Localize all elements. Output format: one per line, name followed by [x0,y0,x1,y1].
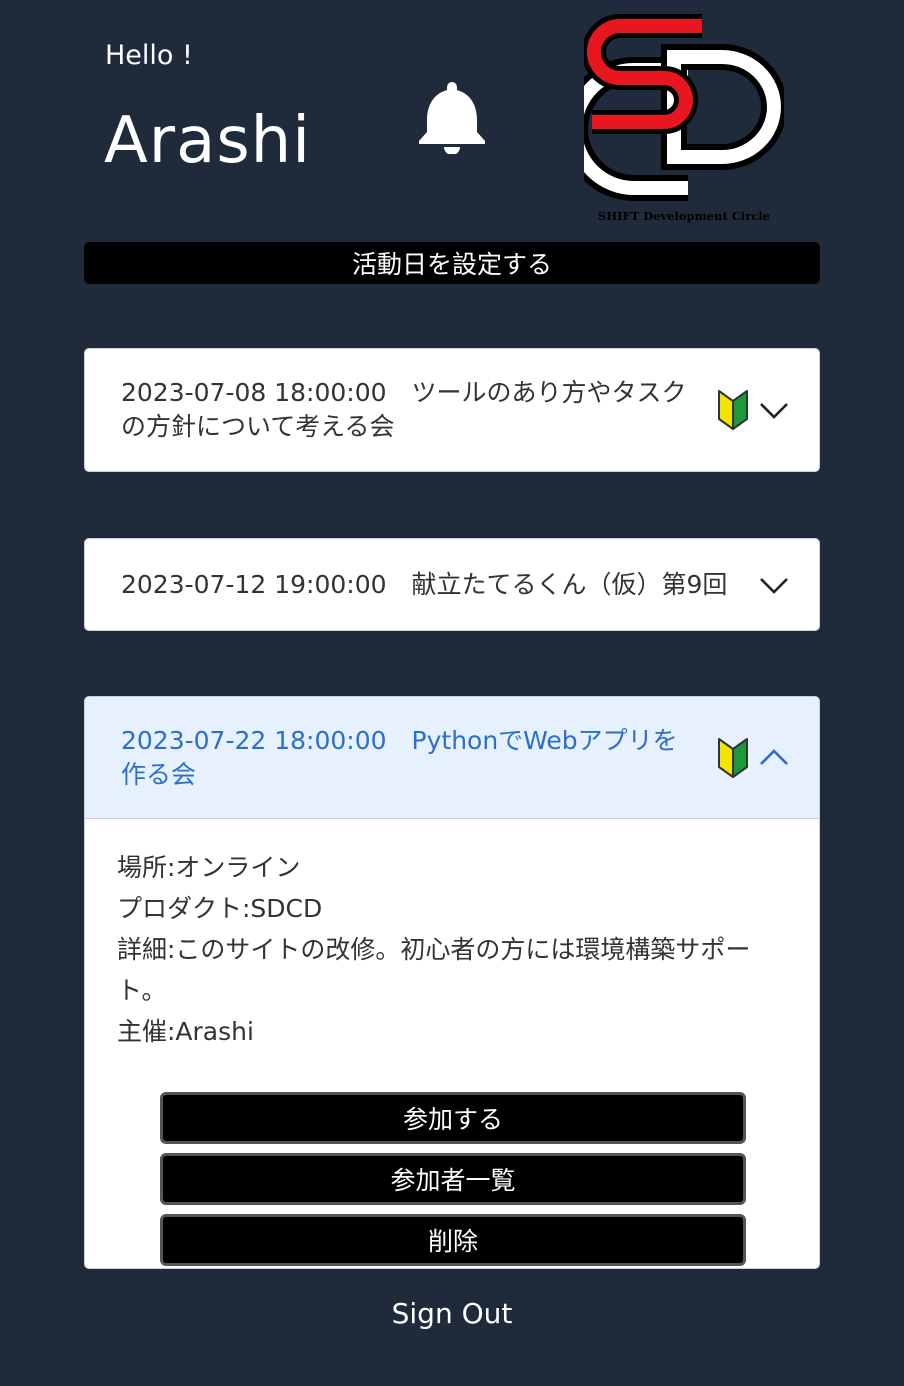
chevron-down-icon[interactable] [759,400,789,420]
greeting-text: Hello ! [105,40,193,71]
beginner-mark-icon [718,737,748,778]
event-location: 場所:オンライン [117,853,301,882]
event-description: 詳細:このサイトの改修。初心者の方には環境構築サポート。 [117,935,751,1005]
event-card-expanded: 2023-07-22 18:00:00 PythonでWebアプリを作る会 場所… [84,696,820,1269]
event-card: 2023-07-08 18:00:00 ツールのあり方やタスクの方針について考え… [84,348,820,472]
chevron-down-icon[interactable] [759,575,789,595]
delete-button[interactable]: 削除 [160,1214,746,1266]
event-organizer: 主催:Arashi [117,1017,254,1046]
event-card: 2023-07-12 19:00:00 献立たてるくん（仮）第9回 [84,538,820,631]
event-actions: 参加する 参加者一覧 削除 [160,1092,746,1268]
username: Arashi [104,104,311,178]
event-title: 2023-07-22 18:00:00 PythonでWebアプリを作る会 [121,725,678,789]
beginner-mark-icon [718,390,748,430]
event-header[interactable]: 2023-07-12 19:00:00 献立たてるくん（仮）第9回 [85,539,819,630]
set-activity-date-button[interactable]: 活動日を設定する [84,242,820,284]
event-header[interactable]: 2023-07-08 18:00:00 ツールのあり方やタスクの方針について考え… [85,349,819,471]
participants-button[interactable]: 参加者一覧 [160,1153,746,1205]
sign-out-link[interactable]: Sign Out [0,1297,904,1330]
logo-caption: SHIFT Development Circle [598,209,770,223]
join-button[interactable]: 参加する [160,1092,746,1144]
sdcd-logo: SHIFT Development Circle [584,13,784,223]
event-title: 2023-07-08 18:00:00 ツールのあり方やタスクの方針について考え… [121,378,687,441]
event-header[interactable]: 2023-07-22 18:00:00 PythonでWebアプリを作る会 [85,697,819,819]
event-product: プロダクト:SDCD [117,894,323,923]
chevron-up-icon[interactable] [759,748,789,768]
bell-icon[interactable] [416,78,488,154]
event-title: 2023-07-12 19:00:00 献立たてるくん（仮）第9回 [121,569,728,599]
event-details: 場所:オンライン プロダクト:SDCD 詳細:このサイトの改修。初心者の方には環… [85,819,819,1052]
